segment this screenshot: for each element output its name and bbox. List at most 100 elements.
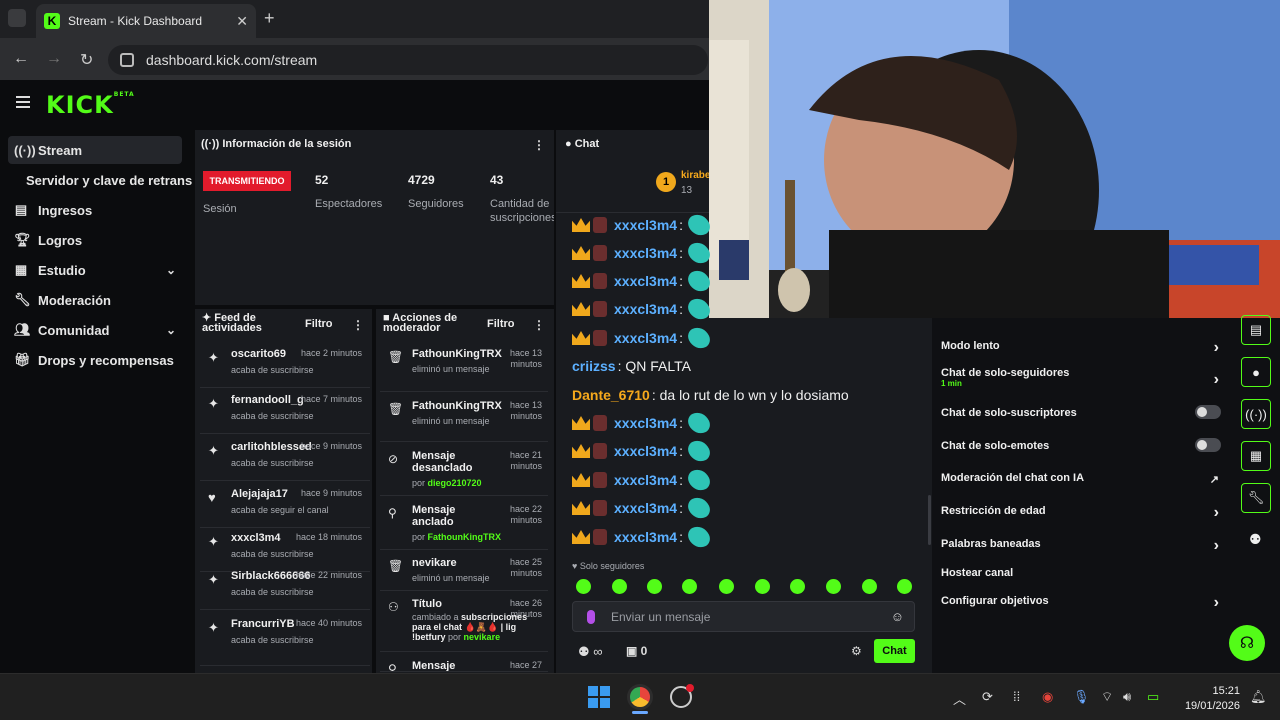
close-tab-icon[interactable]: ✕ xyxy=(236,13,248,30)
sidebar-item-moderacion[interactable]: 🔧︎ Moderación xyxy=(8,286,182,314)
address-bar[interactable]: dashboard.kick.com/stream xyxy=(108,45,708,75)
rail-wrench-icon[interactable]: 🔧︎ xyxy=(1241,483,1271,513)
top-gifter-name[interactable]: kirabe xyxy=(681,170,710,181)
feed-item-username[interactable]: xxxcl3m4 xyxy=(231,532,281,544)
emote-picker-icon[interactable] xyxy=(862,579,877,594)
chat-username[interactable]: xxxcl3m4 xyxy=(614,443,677,459)
chat-message-input[interactable]: Enviar un mensaje ☺ xyxy=(572,601,915,632)
sidebar-item-drops[interactable]: 🎁︎ Drops y recompensas xyxy=(8,346,182,374)
session-more-icon[interactable]: ⋮ xyxy=(533,138,545,152)
chat-username[interactable]: xxxcl3m4 xyxy=(614,245,677,261)
emote-picker-icon[interactable] xyxy=(755,579,770,594)
sidebar-item-ingresos[interactable]: ▤ Ingresos xyxy=(8,196,182,224)
chat-username[interactable]: xxxcl3m4 xyxy=(614,529,677,545)
emote-picker-icon[interactable] xyxy=(826,579,841,594)
chat-username[interactable]: Dante_6710 xyxy=(572,387,650,403)
chat-setting-row[interactable]: Moderación del chat con IA ↗ xyxy=(941,472,1223,486)
tab-list-icon[interactable] xyxy=(8,9,26,27)
emote-picker-icon[interactable] xyxy=(612,579,627,594)
notifications-icon[interactable]: 🔔︎ xyxy=(1250,689,1267,705)
feed-item-username[interactable]: oscarito69 xyxy=(231,348,286,360)
battery-icon[interactable]: ▭ xyxy=(1147,689,1159,705)
mod-filter-button[interactable]: Filtro xyxy=(487,318,515,330)
chat-users-stat[interactable]: ⚉ ∞ xyxy=(578,644,603,660)
setting-toggle[interactable] xyxy=(1195,438,1221,452)
chat-setting-row[interactable]: Palabras baneadas › xyxy=(941,537,1223,554)
tray-grid-icon[interactable]: ⁞⁞ xyxy=(1013,689,1020,704)
feed-item[interactable]: ✦ carlitohblessed hace 9 minutos acaba de s… xyxy=(200,437,370,481)
emote-picker-icon[interactable] xyxy=(647,579,662,594)
volume-icon[interactable]: 🔊︎ xyxy=(1123,689,1131,705)
chat-setting-row[interactable]: Chat de solo-emotes xyxy=(941,438,1223,452)
feed-filter-button[interactable]: Filtro xyxy=(305,318,333,330)
feed-item[interactable]: ✦ Sirblack666666 hace 22 minutos acaba de s… xyxy=(200,566,370,610)
kick-logo[interactable]: KICKBETA xyxy=(46,91,135,119)
chat-setting-row[interactable]: Modo lento › xyxy=(941,339,1223,356)
chat-send-button[interactable]: Chat xyxy=(874,639,915,663)
chat-setting-row[interactable]: Hostear canal xyxy=(941,567,1223,579)
feed-item[interactable]: ✦ fernandooll_g hace 7 minutos acaba de sus… xyxy=(200,390,370,434)
chat-lock-stat[interactable]: ▣ 0 xyxy=(626,644,647,658)
mod-action-item[interactable]: 🗑︎ FathounKingTRX hace 13 minutos eliminó u… xyxy=(380,346,548,392)
sidebar-item-logros[interactable]: 🏆︎ Logros xyxy=(8,226,182,254)
chat-username[interactable]: xxxcl3m4 xyxy=(614,415,677,431)
feed-item[interactable]: ♥ Alejajaja17 hace 9 minutos acaba de segui… xyxy=(200,484,370,528)
desc-user[interactable]: nevikare xyxy=(464,632,501,642)
mod-action-item[interactable]: 🗑︎ FathounKingTRX hace 13 minutos eliminó u… xyxy=(380,398,548,442)
forward-icon[interactable]: → xyxy=(46,50,62,68)
mod-action-item[interactable]: ⚲ Mensaje anclado hace 22 minutos por Fatho… xyxy=(380,502,548,550)
sidebar-item-estudio[interactable]: ▦ Estudio ⌄ xyxy=(8,256,182,284)
wifi-icon[interactable]: ⌔ xyxy=(1101,689,1113,705)
back-icon[interactable]: ← xyxy=(13,50,29,68)
emote-picker-icon[interactable] xyxy=(682,579,697,594)
rail-chat-icon[interactable]: ● xyxy=(1241,357,1271,387)
rail-printer-icon[interactable]: ▦ xyxy=(1241,441,1271,471)
chrome-taskbar-icon[interactable] xyxy=(627,684,653,710)
chat-username[interactable]: xxxcl3m4 xyxy=(614,500,677,516)
mod-action-item[interactable]: 🗑︎ nevikare hace 25 minutos eliminó un mens… xyxy=(380,555,548,591)
windows-start-icon[interactable] xyxy=(588,686,610,708)
rail-broadcast-icon[interactable]: ((·)) xyxy=(1241,399,1271,429)
reload-icon[interactable]: ↻ xyxy=(80,50,93,70)
feed-item-username[interactable]: FrancurriYB xyxy=(231,618,295,630)
chat-setting-row[interactable]: Chat de solo-seguidores 1 min › xyxy=(941,367,1223,388)
chat-username[interactable]: xxxcl3m4 xyxy=(614,330,677,346)
desc-user[interactable]: diego210720 xyxy=(428,478,482,488)
chat-username[interactable]: xxxcl3m4 xyxy=(614,472,677,488)
microphone-icon[interactable] xyxy=(587,609,595,624)
sidebar-item-stream[interactable]: ((·)) Stream xyxy=(8,136,182,164)
chat-setting-row[interactable]: Configurar objetivos › xyxy=(941,594,1223,611)
feed-item[interactable]: ✦ FrancurriYB hace 40 minutos acaba de susc… xyxy=(200,614,370,666)
browser-tab[interactable]: K Stream - Kick Dashboard ✕ xyxy=(36,4,256,38)
tray-mic-icon[interactable]: 🎙︎ xyxy=(1073,689,1090,705)
emote-picker-icon[interactable] xyxy=(790,579,805,594)
chat-setting-row[interactable]: Chat de solo-suscriptores xyxy=(941,405,1223,419)
chat-setting-row[interactable]: Restricción de edad › xyxy=(941,504,1223,521)
menu-icon[interactable] xyxy=(16,96,30,108)
rail-notes-icon[interactable]: ▤ xyxy=(1241,315,1271,345)
chat-username[interactable]: xxxcl3m4 xyxy=(614,301,677,317)
chat-username[interactable]: xxxcl3m4 xyxy=(614,273,677,289)
site-info-icon[interactable] xyxy=(120,53,134,67)
feed-item[interactable]: ✦ oscarito69 hace 2 minutos acaba de suscri… xyxy=(200,344,370,388)
mod-more-icon[interactable]: ⋮ xyxy=(533,318,545,332)
desc-user[interactable]: FathounKingTRX xyxy=(428,532,502,542)
chat-username[interactable]: criizss xyxy=(572,358,616,374)
new-tab-button[interactable]: + xyxy=(264,8,275,29)
support-icon[interactable]: ☊ xyxy=(1229,625,1265,661)
mod-action-item[interactable]: ⚲ Mensaje hace 27 xyxy=(380,658,548,672)
sidebar-item-comunidad[interactable]: 👥︎ Comunidad ⌄ xyxy=(8,316,182,344)
tray-sync-icon[interactable]: ⟳ xyxy=(982,689,993,705)
tray-overflow-icon[interactable]: ︿ xyxy=(953,689,966,708)
chat-scrollbar[interactable] xyxy=(928,495,931,545)
emote-picker-icon[interactable] xyxy=(719,579,734,594)
rail-users-icon[interactable]: ⚉ xyxy=(1249,531,1262,548)
mod-action-item[interactable]: ⊘ Mensaje desanclado hace 21 minutos por di… xyxy=(380,448,548,496)
setting-toggle[interactable] xyxy=(1195,405,1221,419)
emoji-icon[interactable]: ☺ xyxy=(891,609,904,624)
chat-settings-gear-icon[interactable]: ⚙ xyxy=(851,644,862,658)
feed-item-username[interactable]: Alejajaja17 xyxy=(231,488,288,500)
sidebar-item-server-key[interactable]: Servidor y clave de retransmisión xyxy=(26,173,192,188)
chat-username[interactable]: xxxcl3m4 xyxy=(614,217,677,233)
emote-picker-icon[interactable] xyxy=(576,579,591,594)
